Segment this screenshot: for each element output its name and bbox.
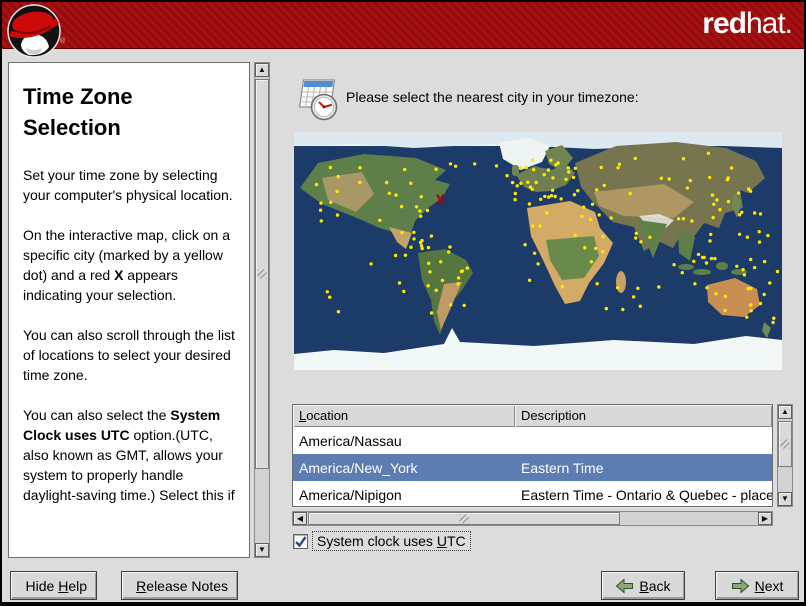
brand-rest: hat. [745, 7, 793, 40]
scroll-right-arrow-icon[interactable]: ▶ [758, 512, 772, 525]
help-panel: Time Zone Selection Set your time zone b… [8, 62, 250, 558]
help-paragraph: You can also select the System Clock use… [23, 407, 235, 503]
redhat-wordmark: redhat. [702, 7, 793, 41]
button-label: Back [639, 577, 671, 594]
page-title: Time Zone Selection [23, 84, 133, 140]
table-horizontal-scrollbar[interactable]: ◀ ▶ [292, 511, 773, 526]
timezone-calendar-clock-icon [299, 79, 338, 121]
checkmark-icon [295, 535, 307, 547]
scroll-down-arrow-icon[interactable]: ▼ [255, 543, 269, 557]
scrollbar-thumb[interactable] [255, 79, 269, 469]
scroll-left-arrow-icon[interactable]: ◀ [293, 512, 307, 525]
redhat-shadowman-logo-icon [7, 4, 61, 58]
table-vertical-scrollbar[interactable]: ▲ ▼ [777, 404, 793, 507]
cell-location: America/Nipigon [299, 486, 402, 503]
scrollbar-thumb[interactable] [778, 421, 792, 467]
cell-description: Eastern Time [521, 459, 604, 476]
installer-window: redhat. ® Time Zone Selection Set your t… [0, 0, 806, 606]
table-row[interactable]: America/Nassau [293, 427, 772, 454]
scroll-down-arrow-icon[interactable]: ▼ [778, 492, 792, 506]
scroll-up-arrow-icon[interactable]: ▲ [255, 63, 269, 77]
column-header-description[interactable]: Description [515, 405, 772, 427]
arrow-right-icon [731, 577, 749, 594]
table-row-selected[interactable]: America/New_York Eastern Time [293, 454, 772, 481]
release-notes-button[interactable]: Release Notes [121, 571, 238, 600]
help-paragraph: Set your time zone by selecting your com… [23, 167, 233, 203]
prompt-label: Please select the nearest city in your t… [346, 89, 639, 105]
brand-bold: red [702, 7, 747, 40]
scroll-up-arrow-icon[interactable]: ▲ [778, 405, 792, 419]
header-banner: redhat. [2, 2, 804, 49]
button-label: Release Notes [136, 577, 228, 594]
scrollbar-thumb[interactable] [308, 512, 620, 525]
cell-location: America/Nassau [299, 432, 402, 449]
help-scrollbar[interactable]: ▲ ▼ [254, 62, 270, 558]
next-button[interactable]: Next [715, 571, 799, 600]
button-label: Hide Help [25, 577, 88, 594]
cell-location: America/New_York [299, 459, 418, 476]
world-timezone-map[interactable]: X [294, 132, 782, 370]
hide-help-button[interactable]: Hide Help [10, 571, 97, 600]
help-paragraph: On the interactive map, click on a speci… [23, 227, 230, 303]
help-paragraph: You can also scroll through the list of … [23, 327, 235, 383]
arrow-left-icon [616, 577, 634, 594]
column-header-location[interactable]: Location [293, 405, 515, 427]
table-header-row: Location Description [293, 405, 772, 427]
table-row[interactable]: America/Nipigon Eastern Time - Ontario &… [293, 481, 772, 506]
life-preserver-icon [20, 585, 21, 586]
utc-checkbox-row: System clock uses UTC [293, 531, 471, 551]
registered-trademark: ® [60, 38, 66, 45]
back-button[interactable]: Back [601, 571, 685, 600]
selected-city-marker: X [436, 192, 445, 207]
timezone-table: Location Description America/Nassau Amer… [292, 404, 773, 507]
utc-checkbox-label[interactable]: System clock uses UTC [312, 531, 471, 551]
button-label: Next [754, 577, 784, 594]
cell-description: Eastern Time - Ontario & Quebec - places… [521, 486, 772, 503]
utc-checkbox[interactable] [293, 533, 308, 549]
